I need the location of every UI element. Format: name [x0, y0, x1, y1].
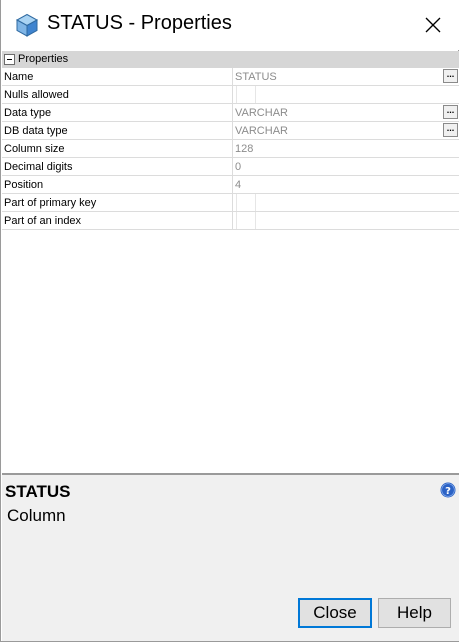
property-name: Name: [4, 71, 34, 83]
checkbox-cell[interactable]: [236, 194, 237, 211]
column-divider[interactable]: [232, 68, 233, 86]
property-rows: Name STATUS... Nulls allowed Data type VARCH…: [2, 68, 459, 230]
ellipsis-button[interactable]: ...: [443, 105, 458, 119]
category-row[interactable]: Properties: [2, 51, 459, 68]
title-bar: STATUS - Properties: [1, 0, 459, 50]
column-divider[interactable]: [232, 140, 233, 158]
close-icon[interactable]: [416, 8, 450, 42]
window-title: STATUS - Properties: [47, 12, 232, 34]
cube-icon: [15, 13, 39, 37]
description-title: STATUS: [5, 482, 71, 501]
property-row[interactable]: Part of primary key: [2, 194, 459, 212]
property-name: Position: [4, 179, 44, 191]
property-row[interactable]: Data type VARCHAR...: [2, 104, 459, 122]
property-name: DB data type: [4, 125, 68, 137]
close-button[interactable]: Close: [298, 598, 372, 628]
property-row[interactable]: Part of an index: [2, 212, 459, 230]
property-row[interactable]: Column size 128: [2, 140, 459, 158]
property-name: Column size: [4, 143, 65, 155]
property-name: Decimal digits: [4, 161, 73, 173]
property-row[interactable]: DB data type VARCHAR...: [2, 122, 459, 140]
properties-dialog: STATUS - Properties Properties Name STATU…: [0, 0, 459, 642]
ellipsis-button[interactable]: ...: [443, 123, 458, 137]
property-name: Part of an index: [4, 215, 82, 227]
help-icon[interactable]: ?: [440, 482, 456, 498]
svg-text:?: ?: [445, 486, 451, 497]
checkbox-cell-edge: [255, 194, 256, 211]
property-grid: Properties Name STATUS... Nulls allowed Dat…: [2, 51, 459, 473]
property-value[interactable]: VARCHAR: [235, 107, 288, 119]
property-value[interactable]: 0: [235, 161, 241, 173]
ellipsis-button[interactable]: ...: [443, 69, 458, 83]
property-value[interactable]: VARCHAR: [235, 125, 288, 137]
column-divider[interactable]: [232, 86, 233, 104]
property-row[interactable]: Name STATUS...: [2, 68, 459, 86]
property-row[interactable]: Position 4: [2, 176, 459, 194]
property-value[interactable]: STATUS: [235, 71, 277, 83]
description-panel: STATUS Column ? Close Help: [2, 475, 459, 641]
description-subtitle: Column: [7, 506, 66, 525]
checkbox-cell-edge: [255, 212, 256, 229]
checkbox-cell[interactable]: [236, 212, 237, 229]
property-name: Part of primary key: [4, 197, 97, 209]
property-value[interactable]: 4: [235, 179, 241, 191]
column-divider[interactable]: [232, 158, 233, 176]
property-name: Data type: [4, 107, 52, 119]
column-divider[interactable]: [232, 212, 233, 230]
column-divider[interactable]: [232, 104, 233, 122]
checkbox-cell[interactable]: [236, 86, 237, 103]
minus-icon[interactable]: [4, 54, 15, 65]
help-button[interactable]: Help: [378, 598, 451, 628]
column-divider[interactable]: [232, 122, 233, 140]
checkbox-cell-edge: [255, 86, 256, 103]
category-label: Properties: [18, 53, 69, 65]
column-divider[interactable]: [232, 194, 233, 212]
property-row[interactable]: Decimal digits 0: [2, 158, 459, 176]
property-name: Nulls allowed: [4, 89, 69, 101]
property-value[interactable]: 128: [235, 143, 253, 155]
column-divider[interactable]: [232, 176, 233, 194]
property-row[interactable]: Nulls allowed: [2, 86, 459, 104]
